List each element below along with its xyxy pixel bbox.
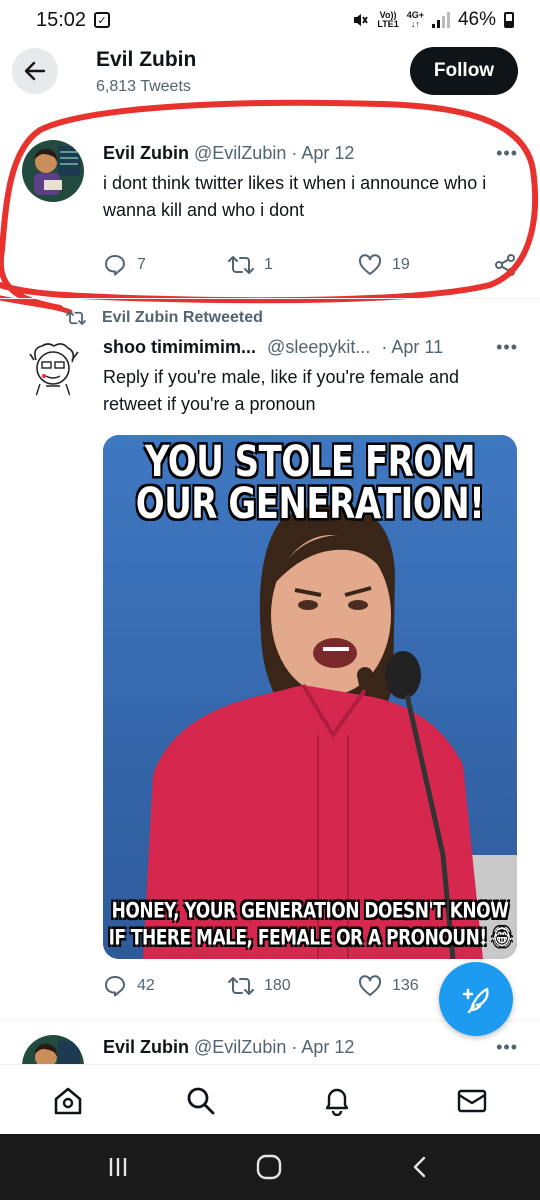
messages-icon [457, 1089, 487, 1113]
network-bottom: ↓↑ [410, 19, 420, 29]
retweet-count: 180 [264, 977, 291, 994]
retweet-context: Evil Zubin Retweeted [66, 309, 263, 327]
tweet-text: Reply if you're male, like if you're fem… [103, 367, 460, 414]
divider [0, 298, 540, 299]
home-circle-icon [256, 1154, 282, 1180]
status-bar: 15:02 ✓ Vo)) LTE1 4G+ ↓↑ 46% [0, 0, 540, 40]
avatar-image [22, 1035, 84, 1064]
back-chevron-icon [413, 1156, 426, 1178]
more-options-icon[interactable]: ••• [496, 337, 518, 358]
status-right: Vo)) LTE1 4G+ ↓↑ 46% [351, 9, 514, 31]
volte-indicator: Vo)) LTE1 [377, 11, 398, 29]
notifications-icon [325, 1088, 349, 1116]
retweet-button[interactable]: 180 [228, 974, 291, 998]
back-system-button[interactable] [405, 1152, 435, 1182]
home-system-button[interactable] [254, 1152, 284, 1182]
tweet-date[interactable]: · Apr 11 [381, 337, 443, 357]
more-options-icon[interactable]: ••• [496, 1037, 518, 1058]
recents-button[interactable] [103, 1152, 133, 1182]
meme-top-line-2: OUR GENERATION! [135, 479, 485, 529]
back-button[interactable] [12, 48, 58, 94]
compose-icon [462, 987, 489, 1014]
like-count: 136 [392, 977, 419, 994]
search-icon [187, 1087, 215, 1115]
tweet-meta: shoo timimimim... @sleepykit... · Apr 11 [103, 337, 443, 358]
meme-bottom-line-1: HONEY, YOUR GENERATION DOESN'T KNOW [111, 898, 509, 924]
status-time: 15:02 [36, 8, 87, 31]
tweet-media-image[interactable]: YOU STOLE FROM OUR GENERATION! HONEY, YO… [103, 435, 517, 959]
mute-icon [354, 14, 369, 26]
nav-notifications[interactable] [321, 1085, 353, 1117]
tweet-meta: Evil Zubin @EvilZubin · Apr 12 [103, 1037, 354, 1058]
author-name[interactable]: shoo timimimim... [103, 337, 256, 357]
network-indicator: 4G+ ↓↑ [407, 11, 424, 29]
like-icon [358, 975, 382, 996]
status-left: 15:02 ✓ [36, 8, 111, 32]
avatar[interactable] [22, 1035, 84, 1064]
meme-bottom-line-2: IF THERE MALE, FEMALE OR A PRONOUN! 😂 [108, 925, 512, 951]
back-arrow-icon [24, 61, 46, 81]
volte-bottom: LTE1 [377, 19, 399, 29]
home-icon [54, 1087, 82, 1115]
red-annotation-circle [0, 99, 538, 315]
retweet-icon [228, 977, 254, 995]
battery-icon [504, 12, 514, 28]
nav-messages[interactable] [456, 1085, 488, 1117]
recents-icon [109, 1158, 127, 1176]
signal-icon [431, 12, 450, 28]
avatar[interactable] [22, 338, 84, 400]
compose-tweet-button[interactable] [439, 962, 513, 1036]
like-button[interactable]: 136 [358, 974, 419, 998]
author-name[interactable]: Evil Zubin [103, 1037, 189, 1057]
profile-name: Evil Zubin [96, 48, 197, 71]
nav-home[interactable] [52, 1085, 84, 1117]
reply-icon [105, 976, 125, 997]
avatar-image [22, 338, 84, 400]
reply-count: 42 [137, 977, 155, 994]
bottom-navigation [0, 1064, 540, 1134]
tweet-date[interactable]: · Apr 12 [291, 1037, 354, 1057]
retweeted-icon [66, 311, 86, 325]
reply-button[interactable]: 42 [103, 974, 155, 998]
author-handle[interactable]: @sleepykit... [267, 337, 370, 357]
notification-check-icon: ✓ [94, 12, 111, 28]
nav-search[interactable] [185, 1085, 217, 1117]
battery-percent: 46% [457, 9, 496, 30]
author-handle[interactable]: @EvilZubin [194, 1037, 286, 1057]
follow-button[interactable]: Follow [410, 47, 518, 95]
retweeted-by[interactable]: Evil Zubin Retweeted [102, 309, 263, 327]
system-navigation-bar [0, 1134, 540, 1200]
